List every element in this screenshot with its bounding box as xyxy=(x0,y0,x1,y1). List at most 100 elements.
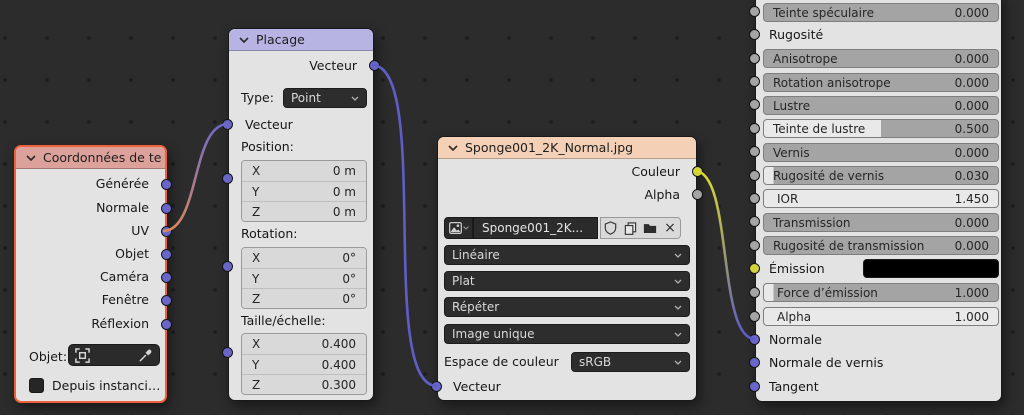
type-dropdown[interactable]: Point xyxy=(283,88,367,108)
image-name-field[interactable]: Sponge001_2K... xyxy=(473,217,598,239)
socket-input-specular-tint[interactable] xyxy=(749,6,760,17)
mapping-node[interactable]: Placage Vecteur Type: Point Vecteur Posi… xyxy=(228,28,374,401)
input-label-vecteur: Vecteur xyxy=(453,379,501,395)
scale-z-field[interactable]: Z0.300 xyxy=(242,374,366,394)
chevron-down-icon xyxy=(674,332,682,337)
scale-group-label: Taille/échelle: xyxy=(241,313,326,329)
open-image-button[interactable] xyxy=(640,217,661,239)
socket-input-clearcoat[interactable] xyxy=(749,146,760,157)
socket-output-reflexion[interactable] xyxy=(161,319,172,330)
socket-input-anisotropic[interactable] xyxy=(749,53,760,64)
socket-output-generee[interactable] xyxy=(161,179,172,190)
socket-input-alpha[interactable] xyxy=(749,311,760,322)
interpolation-dropdown[interactable]: Linéaire xyxy=(444,245,690,265)
socket-input-normal[interactable] xyxy=(749,334,760,345)
socket-input-vecteur[interactable] xyxy=(222,119,233,130)
image-icon xyxy=(449,222,462,234)
anisotropic-slider[interactable]: Anisotrope0.000 xyxy=(763,49,999,68)
socket-output-alpha[interactable] xyxy=(692,189,703,200)
position-y-field[interactable]: Y0 m xyxy=(242,181,366,201)
fake-user-button[interactable] xyxy=(600,217,621,239)
image-type-button[interactable] xyxy=(444,217,473,239)
emission-strength-slider[interactable]: Force d’émission1.000 xyxy=(763,283,999,302)
projection-dropdown[interactable]: Plat xyxy=(444,271,690,291)
anisotropic-rotation-slider[interactable]: Rotation anisotrope0.000 xyxy=(763,73,999,92)
unlink-image-button[interactable]: × xyxy=(660,217,681,239)
eyedropper-icon[interactable] xyxy=(138,348,153,363)
colorspace-dropdown[interactable]: sRGB xyxy=(571,352,690,372)
slider-value: 0.000 xyxy=(955,216,989,230)
axis-value: 0.300 xyxy=(322,378,356,392)
socket-input-rotation[interactable] xyxy=(222,261,233,272)
output-label-alpha: Alpha xyxy=(644,187,680,203)
socket-input-sheen-tint[interactable] xyxy=(749,123,760,134)
sheen-slider[interactable]: Lustre0.000 xyxy=(763,96,999,115)
clearcoat-slider[interactable]: Vernis0.000 xyxy=(763,143,999,162)
transmission-slider[interactable]: Transmission 0.000 xyxy=(763,213,999,232)
emission-color-swatch[interactable] xyxy=(863,259,999,278)
scale-x-field[interactable]: X0.400 xyxy=(242,334,366,354)
socket-input-emission[interactable] xyxy=(749,263,760,274)
socket-input-vecteur[interactable] xyxy=(431,381,442,392)
from-instancer-checkbox[interactable] xyxy=(29,378,44,393)
socket-input-scale[interactable] xyxy=(222,347,233,358)
texture-coordinate-header[interactable]: Coordonnées de te xyxy=(16,147,165,169)
socket-output-camera[interactable] xyxy=(161,272,172,283)
socket-output-objet[interactable] xyxy=(161,249,172,260)
extension-dropdown[interactable]: Répéter xyxy=(444,297,690,317)
specular-tint-slider[interactable]: Teinte spéculaire0.000 xyxy=(763,3,999,22)
socket-output-couleur[interactable] xyxy=(692,166,703,177)
scale-y-field[interactable]: Y0.400 xyxy=(242,354,366,374)
socket-input-tangent[interactable] xyxy=(749,381,760,392)
output-label-fenetre: Fenêtre xyxy=(102,292,149,308)
rotation-x-field[interactable]: X0° xyxy=(242,248,366,268)
object-picker-field[interactable] xyxy=(68,344,160,366)
alpha-slider[interactable]: Alpha1.000 xyxy=(763,307,999,326)
rotation-y-field[interactable]: Y0° xyxy=(242,268,366,288)
chevron-down-icon[interactable] xyxy=(239,37,249,43)
socket-input-transmission[interactable] xyxy=(749,216,760,227)
chevron-down-icon[interactable] xyxy=(448,145,458,151)
clearcoat-roughness-slider[interactable]: Rugosité de vernis0.030 xyxy=(763,166,999,185)
position-z-field[interactable]: Z0 m xyxy=(242,201,366,221)
slider-value: 0.030 xyxy=(955,169,989,183)
input-label-vecteur: Vecteur xyxy=(245,117,293,133)
image-texture-header[interactable]: Sponge001_2K_Normal.jpg xyxy=(438,137,696,159)
socket-input-roughness[interactable] xyxy=(749,29,760,40)
chevron-down-icon[interactable] xyxy=(26,155,36,161)
socket-output-uv[interactable] xyxy=(161,226,172,237)
texture-coordinate-node[interactable]: Coordonnées de te Générée Normale UV Obj… xyxy=(14,145,167,403)
source-dropdown[interactable]: Image unique xyxy=(444,324,690,344)
mapping-header[interactable]: Placage xyxy=(229,29,373,51)
slider-value: 0.000 xyxy=(955,99,989,113)
rotation-group-label: Rotation: xyxy=(241,226,298,242)
socket-input-ior[interactable] xyxy=(749,193,760,204)
wire-color-to-normal xyxy=(695,171,755,339)
position-x-field[interactable]: X0 m xyxy=(242,161,366,181)
axis-value: 0.400 xyxy=(322,337,356,351)
socket-input-anisotropic-rotation[interactable] xyxy=(749,76,760,87)
socket-output-fenetre[interactable] xyxy=(161,295,172,306)
socket-input-emission-strength[interactable] xyxy=(749,287,760,298)
socket-input-clearcoat-roughness[interactable] xyxy=(749,170,760,181)
socket-input-transmission-roughness[interactable] xyxy=(749,240,760,251)
slider-label: Vernis xyxy=(773,146,810,160)
new-image-button[interactable] xyxy=(620,217,641,239)
socket-input-sheen[interactable] xyxy=(749,99,760,110)
roughness-input-label: Rugosité xyxy=(769,27,823,43)
socket-input-clearcoat-normal[interactable] xyxy=(749,357,760,368)
slider-label: Teinte de lustre xyxy=(773,122,865,136)
ior-slider[interactable]: IOR1.450 xyxy=(763,189,999,208)
rotation-z-field[interactable]: Z0° xyxy=(242,288,366,308)
principled-bsdf-node[interactable]: Teinte spéculaire0.000 Rugosité Anisotro… xyxy=(755,0,1002,402)
rotation-fields: X0° Y0° Z0° xyxy=(241,247,367,309)
socket-output-vecteur[interactable] xyxy=(369,60,380,71)
socket-input-position[interactable] xyxy=(222,173,233,184)
image-texture-node[interactable]: Sponge001_2K_Normal.jpg Couleur Alpha Sp… xyxy=(437,136,697,401)
node-title: Placage xyxy=(256,32,305,47)
type-label: Type: xyxy=(241,90,274,106)
socket-output-normale[interactable] xyxy=(161,203,172,214)
slider-label: Transmission xyxy=(773,216,851,230)
transmission-roughness-slider[interactable]: Rugosité de transmission0.000 xyxy=(763,236,999,255)
sheen-tint-slider[interactable]: Teinte de lustre0.500 xyxy=(763,119,999,138)
